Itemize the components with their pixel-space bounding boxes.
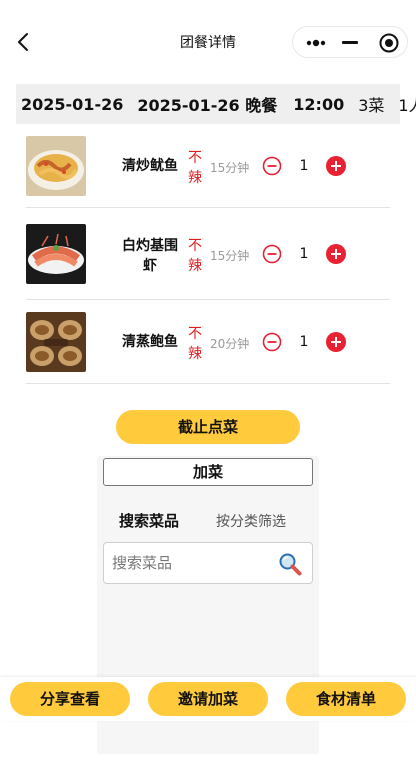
dish-name: 白灼基围虾 [122,238,178,274]
spicy-level: 不辣 [188,150,202,186]
meal-date: 2025-01-26 [21,94,124,114]
more-dots-icon[interactable] [305,36,331,50]
cook-time: 20分钟 [210,337,250,351]
search-box [103,542,313,584]
search-icon[interactable] [278,552,302,576]
share-view-button[interactable]: 分享查看 [10,682,130,716]
dish-image-squid [26,136,86,196]
spicy-level: 不辣 [188,238,202,274]
invite-add-dish-button[interactable]: 邀请加菜 [148,682,268,716]
cook-time: 15分钟 [210,161,250,175]
decrease-quantity-icon[interactable] [262,244,282,264]
mini-program-capsule [292,26,408,58]
dish-image-shrimp [26,224,86,284]
spicy-level: 不辣 [188,326,202,362]
dish-item: 清蒸鲍鱼 不辣 20分钟 1 [26,312,390,384]
tab-search-dishes[interactable]: 搜索菜品 [119,510,179,531]
bottom-action-bar: 分享查看 邀请加菜 食材清单 [0,677,416,721]
quantity-value: 1 [299,158,309,174]
meal-date-secondary: 2025-01-26 晚餐 [137,92,277,116]
dish-name: 清蒸鲍鱼 [122,334,178,350]
dish-count: 3菜 [358,96,385,115]
people-count: 1人 [398,96,416,115]
increase-quantity-icon[interactable] [326,332,346,352]
dish-image-abalone [26,312,86,372]
dish-item: 清炒鱿鱼 不辣 15分钟 1 [26,136,390,208]
quantity-value: 1 [299,334,309,350]
increase-quantity-icon[interactable] [326,244,346,264]
tab-filter-by-category[interactable]: 按分类筛选 [216,511,286,531]
stop-ordering-button[interactable]: 截止点菜 [116,410,300,444]
meal-time: 12:00 [293,94,345,114]
minimize-icon[interactable] [342,41,358,44]
increase-quantity-icon[interactable] [326,156,346,176]
quantity-value: 1 [299,246,309,262]
meal-info-strip: 2025-01-26 2025-01-26 晚餐 12:00 3菜 1人 [16,84,416,124]
add-dish-button[interactable]: 加菜 [103,458,313,486]
meal-type: 晚餐 [245,96,278,115]
cook-time: 15分钟 [210,249,250,263]
search-input[interactable] [112,543,272,583]
close-capsule-icon[interactable] [379,33,399,53]
decrease-quantity-icon[interactable] [262,332,282,352]
dish-item: 白灼基围虾 不辣 15分钟 1 [26,224,390,300]
ingredients-list-button[interactable]: 食材清单 [286,682,406,716]
dish-name: 清炒鱿鱼 [122,158,178,174]
decrease-quantity-icon[interactable] [262,156,282,176]
top-nav-bar: 团餐详情 [0,0,416,84]
meal-date-2: 2025-01-26 [137,96,240,115]
